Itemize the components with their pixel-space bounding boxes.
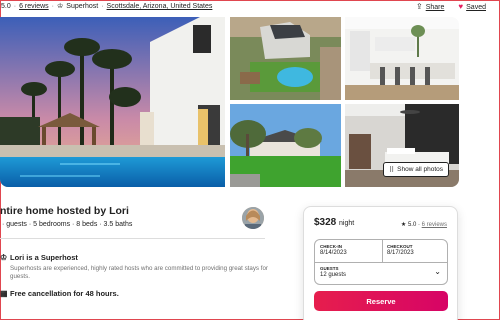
booking-card: $328 night ★ 5.0 · 6 reviews CHECK-IN 8/… [303, 206, 458, 320]
reviews-link[interactable]: 6 reviews [19, 3, 49, 10]
checkout-field[interactable]: CHECKOUT 8/17/2023 [387, 244, 414, 256]
save-button[interactable]: ♥ Saved [458, 2, 486, 11]
share-button[interactable]: ⇪ Share [416, 2, 444, 11]
photo-aerial-house[interactable] [230, 17, 341, 100]
photo-kitchen[interactable] [345, 17, 459, 100]
superhost-label: Superhost [66, 2, 99, 10]
reserve-button[interactable]: Reserve [314, 291, 448, 311]
card-reviews-link[interactable]: 6 reviews [422, 222, 447, 228]
show-all-photos-button[interactable]: ⠿ Show all photos [383, 162, 450, 177]
section-divider [0, 238, 265, 239]
grid-icon: ⠿ [389, 166, 395, 174]
listing-title: ntire home hosted by Lori [0, 205, 129, 217]
listing-summary: · guests · 5 bedrooms · 8 beds · 3.5 bat… [2, 221, 133, 228]
feature-free-cancellation: ▦ Free cancellation for 48 hours. [0, 289, 119, 298]
chevron-down-icon[interactable]: ⌄ [434, 267, 441, 276]
trip-details-box: CHECK-IN 8/14/2023 CHECKOUT 8/17/2023 GU… [314, 239, 448, 285]
listing-meta-row: 5.0 · 6 reviews · ♔ Superhost · Scottsda… [1, 1, 486, 11]
nightly-price: $328 night [314, 217, 355, 228]
checkin-field[interactable]: CHECK-IN 8/14/2023 [320, 244, 347, 256]
superhost-medal-icon: ♔ [57, 3, 64, 10]
photo-pool-backyard[interactable] [0, 17, 225, 187]
guests-select[interactable]: GUESTS 12 guests [320, 266, 346, 278]
host-avatar[interactable] [242, 207, 264, 229]
feature-superhost-description: Superhosts are experienced, highly rated… [10, 265, 268, 280]
share-icon: ⇪ [416, 1, 423, 11]
location-link[interactable]: Scottsdale, Arizona, United States [107, 3, 213, 10]
calendar-icon: ▦ [0, 289, 8, 298]
card-rating: ★ 5.0 · 6 reviews [400, 222, 447, 228]
feature-superhost: ♔ Lori is a Superhost [0, 253, 78, 262]
star-icon: ★ [400, 222, 407, 228]
medal-icon: ♔ [0, 253, 8, 262]
photo-front-yard[interactable] [230, 104, 341, 187]
rating-value: 5.0 [1, 2, 11, 10]
heart-icon: ♥ [458, 1, 464, 11]
